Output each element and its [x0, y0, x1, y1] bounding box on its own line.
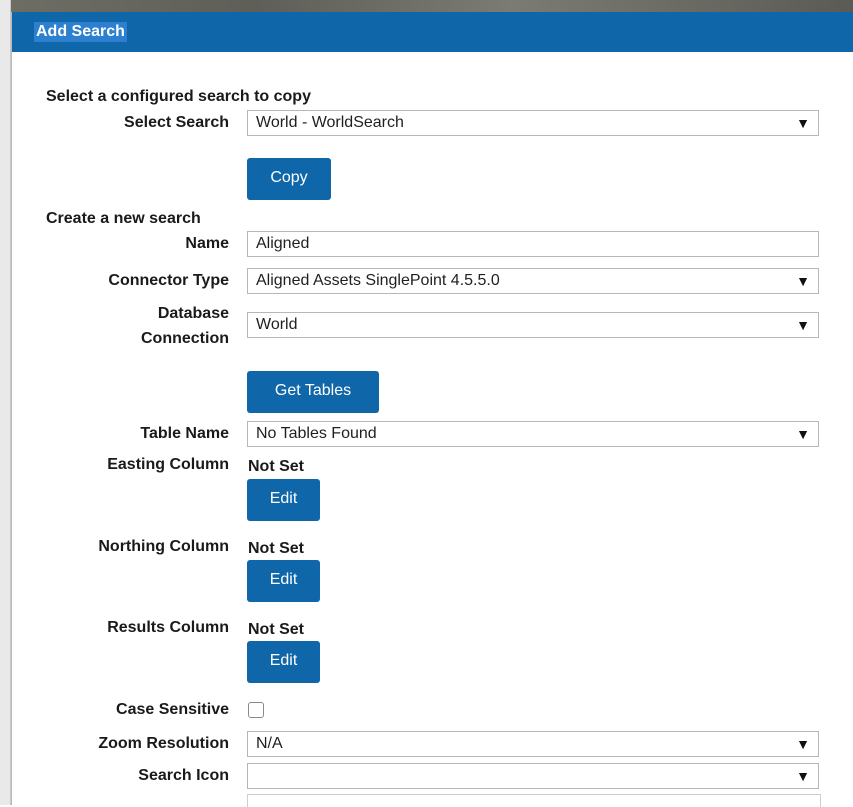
connector-type-label: Connector Type	[108, 272, 229, 289]
copy-button[interactable]: Copy	[247, 158, 331, 200]
copy-section-heading: Select a configured search to copy	[46, 88, 311, 105]
edit-northing-button[interactable]: Edit	[247, 560, 320, 602]
background-strip	[0, 0, 853, 12]
results-column-label: Results Column	[107, 619, 229, 636]
zoom-resolution-dropdown[interactable]: N/A ▼	[247, 731, 819, 757]
panel-header: Add Search	[12, 12, 853, 52]
database-connection-label-line1: Database	[157, 305, 229, 322]
case-sensitive-checkbox[interactable]	[248, 702, 264, 718]
select-search-label: Select Search	[124, 114, 229, 131]
results-column-value: Not Set	[248, 621, 304, 638]
chevron-down-icon: ▼	[796, 317, 810, 333]
select-search-dropdown[interactable]: World - WorldSearch ▼	[247, 110, 819, 136]
northing-column-value: Not Set	[248, 540, 304, 557]
chevron-down-icon: ▼	[796, 768, 810, 784]
left-window-edge	[0, 0, 11, 805]
chevron-down-icon: ▼	[796, 736, 810, 752]
northing-column-label: Northing Column	[98, 538, 229, 555]
get-tables-button[interactable]: Get Tables	[247, 371, 379, 413]
select-search-value: World - WorldSearch	[256, 114, 404, 131]
zoom-resolution-label: Zoom Resolution	[98, 735, 229, 752]
table-name-value: No Tables Found	[256, 425, 377, 442]
connector-type-dropdown[interactable]: Aligned Assets SinglePoint 4.5.5.0 ▼	[247, 268, 819, 294]
chevron-down-icon: ▼	[796, 426, 810, 442]
database-connection-value: World	[256, 316, 298, 333]
zoom-resolution-value: N/A	[256, 735, 283, 752]
table-name-dropdown[interactable]: No Tables Found ▼	[247, 421, 819, 447]
database-connection-label-line2: Connection	[141, 330, 229, 347]
edit-easting-button[interactable]: Edit	[247, 479, 320, 521]
search-icon-label: Search Icon	[138, 767, 229, 784]
database-connection-dropdown[interactable]: World ▼	[247, 312, 819, 338]
next-field-dropdown[interactable]	[247, 794, 821, 807]
name-input[interactable]: Aligned	[247, 231, 819, 257]
add-search-panel: Add Search Select a configured search to…	[11, 12, 853, 807]
search-icon-dropdown[interactable]: ▼	[247, 763, 819, 789]
easting-column-value: Not Set	[248, 458, 304, 475]
name-input-value: Aligned	[256, 235, 310, 252]
name-label: Name	[185, 235, 229, 252]
chevron-down-icon: ▼	[796, 273, 810, 289]
panel-title: Add Search	[34, 22, 127, 42]
table-name-label: Table Name	[140, 425, 229, 442]
new-section-heading: Create a new search	[46, 210, 201, 227]
edit-results-button[interactable]: Edit	[247, 641, 320, 683]
chevron-down-icon: ▼	[796, 115, 810, 131]
case-sensitive-label: Case Sensitive	[116, 701, 229, 718]
easting-column-label: Easting Column	[107, 456, 229, 473]
connector-type-value: Aligned Assets SinglePoint 4.5.5.0	[256, 272, 500, 289]
